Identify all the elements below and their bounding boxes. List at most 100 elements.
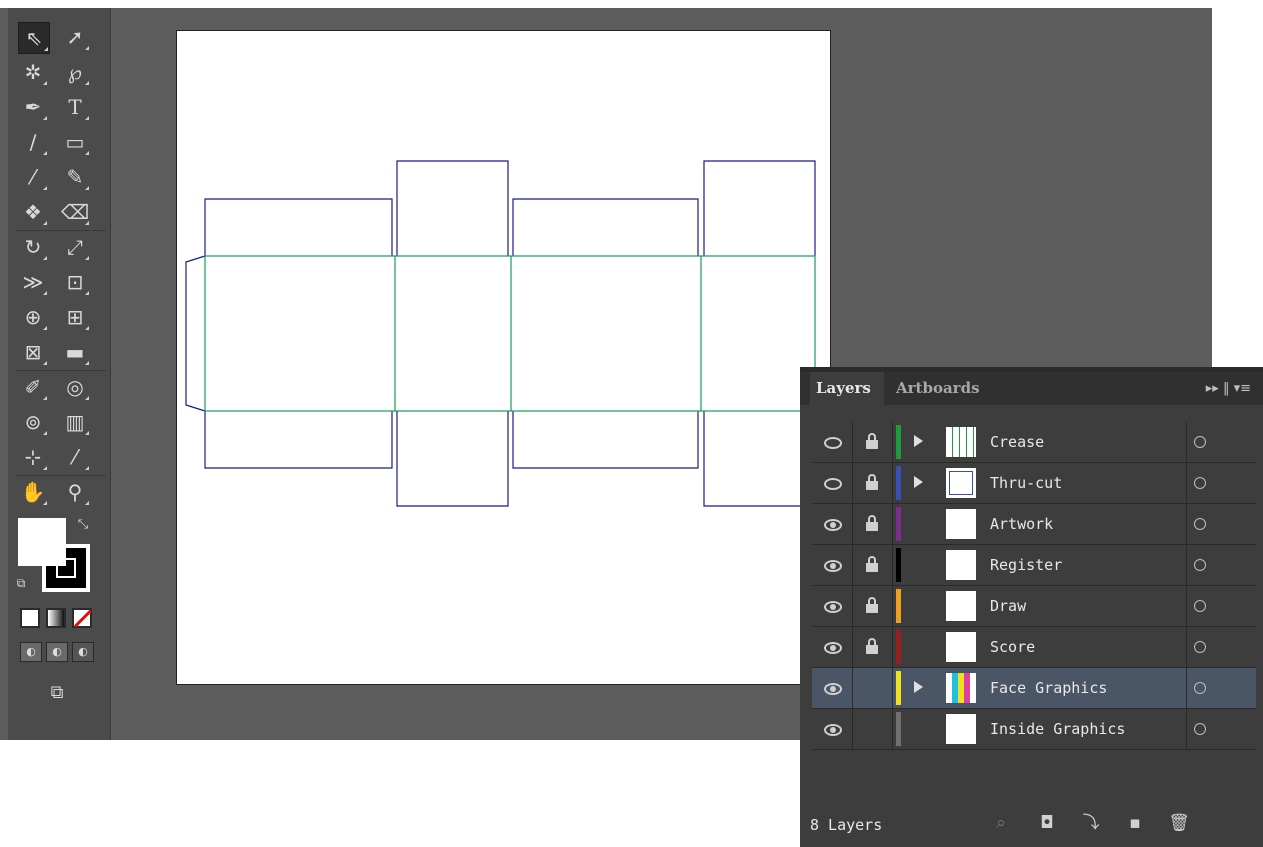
create-new-layer-icon[interactable]: ▪	[1124, 812, 1146, 834]
rotate-tool-icon[interactable]: ↻	[18, 232, 48, 262]
eye-icon	[824, 478, 842, 490]
eyedropper-tool-icon[interactable]: ✐	[18, 372, 48, 402]
magic-wand-tool-icon[interactable]: ✲	[18, 57, 48, 87]
layer-thumbnail	[946, 427, 976, 457]
screen-mode-icon[interactable]: ⧉	[42, 678, 72, 708]
lock-toggle[interactable]	[852, 709, 893, 749]
layer-row[interactable]: Inside Graphics	[812, 709, 1256, 750]
default-fill-stroke-icon[interactable]: ⧉	[12, 574, 30, 592]
draw-normal-icon[interactable]: ◐	[20, 642, 42, 662]
target-circle-icon[interactable]	[1194, 682, 1206, 694]
layer-thumbnail	[946, 550, 976, 580]
create-sublayer-icon[interactable]: ⤵	[1080, 812, 1102, 834]
layer-thumbnail	[946, 591, 976, 621]
pencil-tool-icon[interactable]: ✎	[60, 162, 90, 192]
blob-brush-tool-icon[interactable]: ❖	[18, 197, 48, 227]
layer-color-bar	[896, 548, 901, 582]
swap-fill-stroke-icon[interactable]: ⤡	[72, 514, 94, 536]
eye-icon	[824, 519, 842, 531]
layer-row[interactable]: Score	[812, 627, 1256, 668]
lasso-tool-icon[interactable]: ℘	[60, 57, 90, 87]
layer-row[interactable]: Face Graphics	[812, 668, 1256, 709]
scale-tool-icon[interactable]: ⤢	[60, 232, 90, 262]
tab-artboards[interactable]: Artboards	[896, 372, 1006, 405]
target-circle-icon[interactable]	[1194, 518, 1206, 530]
layer-name: Face Graphics	[990, 679, 1108, 697]
lock-icon	[866, 556, 878, 572]
direct-selection-tool-icon[interactable]: ➚	[60, 22, 90, 52]
blend-tool-icon[interactable]: ◎	[60, 372, 90, 402]
lock-toggle[interactable]	[852, 627, 893, 667]
artboard-tool-icon[interactable]: ⊹	[18, 442, 48, 472]
target-circle-icon[interactable]	[1194, 477, 1206, 489]
mesh-tool-icon[interactable]: ⊠	[18, 337, 48, 367]
eye-icon	[824, 437, 842, 449]
expand-arrow-icon[interactable]	[914, 476, 923, 488]
panel-menu-icon[interactable]: ▸▸ ‖ ▾≡	[1206, 372, 1251, 405]
tab-layers[interactable]: Layers	[810, 372, 884, 405]
visibility-toggle[interactable]	[812, 545, 853, 585]
gradient-tool-icon[interactable]: ▬	[60, 337, 90, 367]
visibility-toggle[interactable]	[812, 586, 853, 626]
visibility-toggle[interactable]	[812, 504, 853, 544]
expand-arrow-icon[interactable]	[914, 681, 923, 693]
none-mode-icon[interactable]	[72, 608, 92, 628]
visibility-toggle[interactable]	[812, 627, 853, 667]
type-tool-icon[interactable]: T	[60, 92, 90, 122]
eye-icon	[824, 560, 842, 572]
eye-icon	[824, 683, 842, 695]
hand-tool-icon[interactable]: ✋	[18, 477, 48, 507]
layer-color-bar	[896, 630, 901, 664]
expand-arrow-icon[interactable]	[914, 435, 923, 447]
lock-toggle[interactable]	[852, 422, 893, 462]
delete-layer-icon[interactable]: 🗑	[1168, 812, 1190, 834]
visibility-toggle[interactable]	[812, 463, 853, 503]
visibility-toggle[interactable]	[812, 709, 853, 749]
target-circle-icon[interactable]	[1194, 600, 1206, 612]
target-circle-icon[interactable]	[1194, 559, 1206, 571]
layer-thumbnail	[946, 468, 976, 498]
target-circle-icon[interactable]	[1194, 641, 1206, 653]
line-segment-tool-icon[interactable]: ∕	[18, 127, 48, 157]
layer-thumbnail	[946, 632, 976, 662]
perspective-grid-tool-icon[interactable]: ⊞	[60, 302, 90, 332]
artboard[interactable]	[176, 30, 831, 685]
rectangle-tool-icon[interactable]: ▭	[60, 127, 90, 157]
paintbrush-tool-icon[interactable]: ⁄	[18, 162, 48, 192]
lock-toggle[interactable]	[852, 668, 893, 708]
free-transform-tool-icon[interactable]: ⊡	[60, 267, 90, 297]
layer-name: Draw	[990, 597, 1027, 615]
layer-row[interactable]: Crease	[812, 422, 1256, 463]
symbol-sprayer-tool-icon[interactable]: ⊚	[18, 407, 48, 437]
lock-toggle[interactable]	[852, 504, 893, 544]
lock-toggle[interactable]	[852, 545, 893, 585]
zoom-tool-icon[interactable]: ⚲	[60, 477, 90, 507]
pen-tool-icon[interactable]: ✒	[18, 92, 48, 122]
draw-behind-icon[interactable]: ◐	[46, 642, 68, 662]
column-graph-tool-icon[interactable]: ▥	[60, 407, 90, 437]
eraser-tool-icon[interactable]: ⌫	[60, 197, 90, 227]
layer-row[interactable]: Draw	[812, 586, 1256, 627]
selection-tool-icon[interactable]: ⇖	[18, 22, 50, 54]
layer-thumbnail	[946, 714, 976, 744]
visibility-toggle[interactable]	[812, 668, 853, 708]
color-mode-icon[interactable]	[20, 608, 40, 628]
shape-builder-tool-icon[interactable]: ⊕	[18, 302, 48, 332]
lock-toggle[interactable]	[852, 586, 893, 626]
width-tool-icon[interactable]: ≫	[18, 267, 48, 297]
visibility-toggle[interactable]	[812, 422, 853, 462]
fill-swatch[interactable]	[18, 518, 66, 566]
gradient-mode-icon[interactable]	[46, 608, 66, 628]
layer-thumbnail	[946, 509, 976, 539]
locate-object-icon[interactable]: ⌕	[990, 812, 1012, 834]
target-circle-icon[interactable]	[1194, 723, 1206, 735]
slice-tool-icon[interactable]: ⁄	[60, 442, 90, 472]
target-circle-icon[interactable]	[1194, 436, 1206, 448]
layer-row[interactable]: Register	[812, 545, 1256, 586]
draw-inside-icon[interactable]: ◐	[72, 642, 94, 662]
make-clipping-mask-icon[interactable]: ◘	[1036, 812, 1058, 834]
layer-color-bar	[896, 425, 901, 459]
layer-row[interactable]: Artwork	[812, 504, 1256, 545]
layer-row[interactable]: Thru-cut	[812, 463, 1256, 504]
lock-toggle[interactable]	[852, 463, 893, 503]
